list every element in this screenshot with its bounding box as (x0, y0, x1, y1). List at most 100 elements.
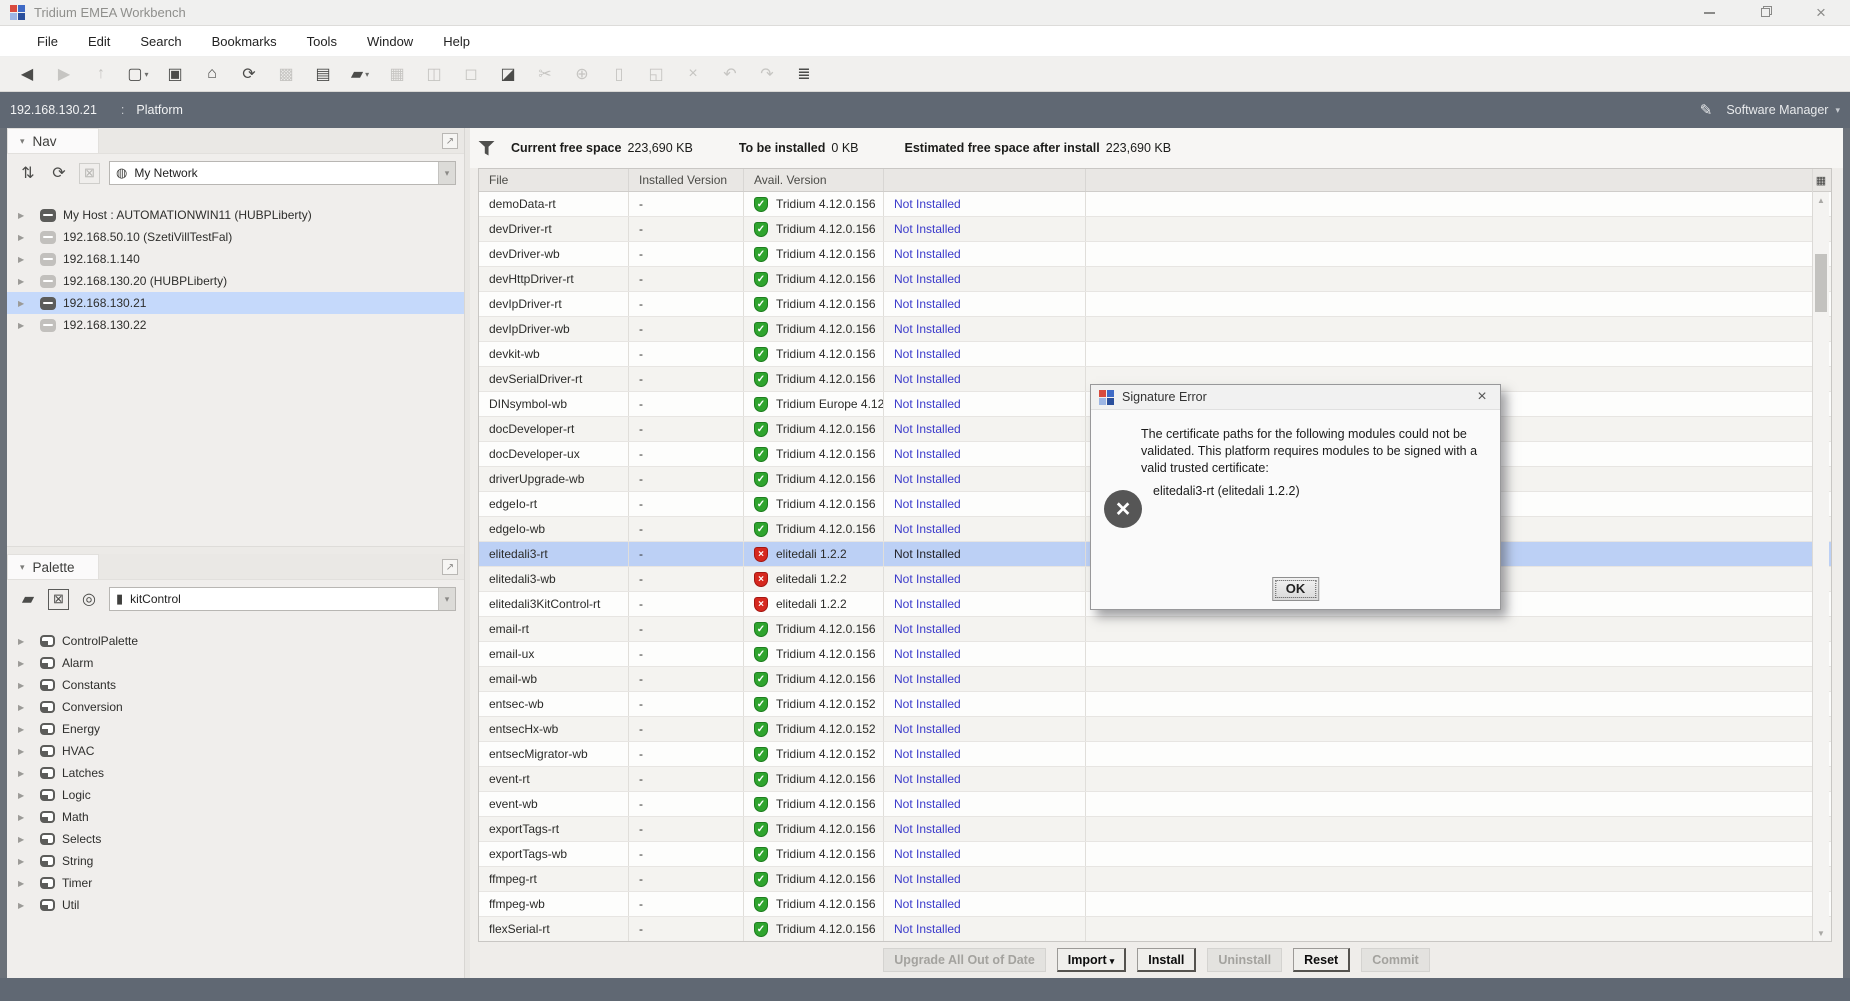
menu-bookmarks[interactable]: Bookmarks (197, 26, 292, 56)
expand-panel-icon[interactable]: ↗ (442, 559, 458, 575)
column-header-status[interactable] (884, 169, 1086, 191)
menu-edit[interactable]: Edit (73, 26, 125, 56)
expand-arrow-icon[interactable]: ▶ (18, 233, 40, 242)
active-plugin-icon[interactable]: ▢▾ (125, 61, 151, 87)
expand-arrow-icon[interactable]: ▶ (18, 791, 40, 800)
dialog-close-icon[interactable]: × (1472, 388, 1492, 406)
recent-ords-icon[interactable]: ▩ (273, 61, 299, 87)
table-row[interactable]: demoData-rt-✓Tridium 4.12.0.156Not Insta… (479, 192, 1831, 217)
save-all-icon[interactable]: ◫ (421, 61, 447, 87)
menu-help[interactable]: Help (428, 26, 485, 56)
restore-icon[interactable] (1752, 3, 1778, 23)
palette-item-constants[interactable]: ▶Constants (7, 674, 464, 696)
combo-dropdown-icon[interactable]: ▾ (438, 588, 455, 610)
table-row[interactable]: ffmpeg-rt-✓Tridium 4.12.0.156Not Install… (479, 867, 1831, 892)
expand-arrow-icon[interactable]: ▶ (18, 277, 40, 286)
upgrade-all-out-of-date-button[interactable]: Upgrade All Out of Date (883, 948, 1046, 972)
up-level-icon[interactable]: ↑ (88, 61, 114, 87)
table-row[interactable]: devIpDriver-rt-✓Tridium 4.12.0.156Not In… (479, 292, 1831, 317)
expand-arrow-icon[interactable]: ▶ (18, 255, 40, 264)
home-icon[interactable]: ⌂ (199, 61, 225, 87)
commit-button[interactable]: Commit (1361, 948, 1430, 972)
expand-arrow-icon[interactable]: ▶ (18, 857, 40, 866)
expand-arrow-icon[interactable]: ▶ (18, 211, 40, 220)
menu-window[interactable]: Window (352, 26, 428, 56)
expand-arrow-icon[interactable]: ▶ (18, 321, 40, 330)
expand-arrow-icon[interactable]: ▶ (18, 835, 40, 844)
column-header-file[interactable]: File (479, 169, 629, 191)
table-row[interactable]: entsecMigrator-wb-✓Tridium 4.12.0.152Not… (479, 742, 1831, 767)
export-icon[interactable]: ◪ (495, 61, 521, 87)
breadcrumb-platform[interactable]: Platform (136, 103, 183, 117)
table-row[interactable]: email-ux-✓Tridium 4.12.0.156Not Installe… (479, 642, 1831, 667)
view-selector[interactable]: Software Manager ▾ (1726, 103, 1840, 117)
open-palette-icon[interactable]: ▰ (17, 589, 39, 609)
menu-file[interactable]: File (22, 26, 73, 56)
network-combo[interactable]: ◍ My Network ▾ (109, 161, 456, 185)
open-ord-icon[interactable]: ▣ (162, 61, 188, 87)
palette-item-math[interactable]: ▶Math (7, 806, 464, 828)
table-row[interactable]: event-rt-✓Tridium 4.12.0.156Not Installe… (479, 767, 1831, 792)
import-button[interactable]: Import▾ (1057, 948, 1126, 972)
nav-item[interactable]: ▶192.168.130.20 (HUBPLiberty) (7, 270, 464, 292)
find-module-icon[interactable]: ◎ (78, 589, 100, 609)
palette-combo[interactable]: ▮ kitControl ▾ (109, 587, 456, 611)
table-options-icon[interactable]: ▦ (1813, 169, 1829, 192)
palette-item-logic[interactable]: ▶Logic (7, 784, 464, 806)
ok-button[interactable]: OK (1272, 577, 1320, 601)
nav-item[interactable]: ▶192.168.1.140 (7, 248, 464, 270)
table-row[interactable]: entsecHx-wb-✓Tridium 4.12.0.152Not Insta… (479, 717, 1831, 742)
expand-arrow-icon[interactable]: ▶ (18, 769, 40, 778)
expand-arrow-icon[interactable]: ▶ (18, 813, 40, 822)
scroll-up-icon[interactable]: ▲ (1813, 192, 1829, 208)
nav-item[interactable]: ▶192.168.50.10 (SzetiVillTestFal) (7, 226, 464, 248)
save-bog-icon[interactable]: ◻ (458, 61, 484, 87)
table-row[interactable]: email-wb-✓Tridium 4.12.0.156Not Installe… (479, 667, 1831, 692)
palette-item-util[interactable]: ▶Util (7, 894, 464, 916)
palette-item-energy[interactable]: ▶Energy (7, 718, 464, 740)
table-row[interactable]: flexSerial-rt-✓Tridium 4.12.0.156Not Ins… (479, 917, 1831, 941)
composite-editor-icon[interactable]: ≣ (791, 61, 817, 87)
back-icon[interactable]: ◀ (14, 61, 40, 87)
expand-arrow-icon[interactable]: ▶ (18, 901, 40, 910)
table-row[interactable]: email-rt-✓Tridium 4.12.0.156Not Installe… (479, 617, 1831, 642)
sort-icon[interactable]: ⇅ (17, 163, 39, 183)
palette-item-string[interactable]: ▶String (7, 850, 464, 872)
table-row[interactable]: devDriver-wb-✓Tridium 4.12.0.156Not Inst… (479, 242, 1831, 267)
reset-button[interactable]: Reset (1293, 948, 1350, 972)
nav-item[interactable]: ▶My Host : AUTOMATIONWIN11 (HUBPLiberty) (7, 204, 464, 226)
table-row[interactable]: devDriver-rt-✓Tridium 4.12.0.156Not Inst… (479, 217, 1831, 242)
scroll-down-icon[interactable]: ▼ (1813, 925, 1829, 941)
open-directory-icon[interactable]: ▰▾ (347, 61, 373, 87)
save-icon[interactable]: ▦ (384, 61, 410, 87)
expand-arrow-icon[interactable]: ▶ (18, 659, 40, 668)
nav-item[interactable]: ▶192.168.130.21 (7, 292, 464, 314)
uninstall-button[interactable]: Uninstall (1207, 948, 1282, 972)
nav-item[interactable]: ▶192.168.130.22 (7, 314, 464, 336)
palette-item-hvac[interactable]: ▶HVAC (7, 740, 464, 762)
expand-arrow-icon[interactable]: ▶ (18, 725, 40, 734)
palette-item-timer[interactable]: ▶Timer (7, 872, 464, 894)
expand-panel-icon[interactable]: ↗ (442, 133, 458, 149)
table-row[interactable]: ffmpeg-wb-✓Tridium 4.12.0.156Not Install… (479, 892, 1831, 917)
filter-icon[interactable] (478, 141, 495, 156)
table-row[interactable]: exportTags-wb-✓Tridium 4.12.0.156Not Ins… (479, 842, 1831, 867)
menu-search[interactable]: Search (125, 26, 196, 56)
minimize-icon[interactable] (1696, 3, 1722, 23)
vertical-scrollbar[interactable]: ▦ ▲ ▼ (1812, 169, 1829, 941)
column-header-installed-version[interactable]: Installed Version (629, 169, 744, 191)
menu-tools[interactable]: Tools (292, 26, 352, 56)
side-bars-icon[interactable]: ▤ (310, 61, 336, 87)
delete-icon[interactable]: × (680, 61, 706, 87)
duplicate-icon[interactable]: ◱ (643, 61, 669, 87)
table-row[interactable]: entsec-wb-✓Tridium 4.12.0.152Not Install… (479, 692, 1831, 717)
close-icon[interactable]: × (1808, 3, 1834, 23)
table-row[interactable]: exportTags-rt-✓Tridium 4.12.0.156Not Ins… (479, 817, 1831, 842)
expand-arrow-icon[interactable]: ▶ (18, 637, 40, 646)
combo-dropdown-icon[interactable]: ▾ (438, 162, 455, 184)
breadcrumb-host[interactable]: 192.168.130.21 (10, 103, 97, 117)
palette-item-controlpalette[interactable]: ▶ControlPalette (7, 630, 464, 652)
copy-icon[interactable]: ⊕ (569, 61, 595, 87)
horizontal-splitter[interactable] (7, 546, 464, 554)
table-row[interactable]: event-wb-✓Tridium 4.12.0.156Not Installe… (479, 792, 1831, 817)
